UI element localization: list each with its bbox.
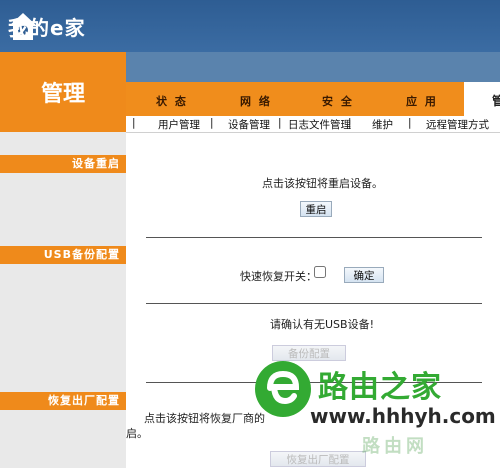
watermark-sub: 路由网: [362, 436, 428, 457]
sidebar-item-factory-reset: 恢复出厂配置: [0, 392, 126, 410]
quick-restore-label: 快速恢复开关：: [240, 270, 317, 283]
tab-management[interactable]: 管: [464, 82, 500, 116]
subtab-user-management[interactable]: 用户管理: [158, 117, 200, 132]
sub-nav: | 用户管理 | 设备管理 | 日志文件管理 | 维护 | 远程管理方式: [126, 116, 500, 133]
confirm-button[interactable]: 确定: [344, 267, 384, 283]
factory-reset-hint-end: 启。: [126, 427, 148, 440]
watermark-brand: 路由之家: [318, 370, 442, 405]
usb-notice: 请确认有无USB设备!: [270, 318, 374, 331]
subtab-device-management[interactable]: 设备管理: [228, 117, 270, 132]
tab-network[interactable]: 网 络: [240, 93, 272, 109]
section-header: 管理: [0, 52, 126, 132]
logo: 我的e家: [6, 8, 85, 44]
header-band: [126, 52, 500, 82]
tab-status[interactable]: 状 态: [156, 93, 188, 109]
watermark-url: www.hhhyh.com: [310, 404, 496, 428]
subtab-remote-management[interactable]: 远程管理方式: [426, 117, 489, 132]
subtab-maintenance[interactable]: 维护: [372, 117, 393, 132]
sidebar: 设备重启 USB备份配置 恢复出厂配置: [0, 132, 126, 468]
sidebar-item-device-reboot: 设备重启: [0, 155, 126, 173]
main-nav: 状 态 网 络 安 全 应 用: [126, 82, 500, 116]
section-title: 管理: [40, 81, 85, 107]
reboot-hint: 点击该按钮将重启设备。: [262, 177, 383, 190]
tab-security[interactable]: 安 全: [322, 93, 354, 109]
tab-management-label: 管: [492, 94, 500, 108]
subtab-log-management[interactable]: 日志文件管理: [288, 117, 351, 132]
logo-text: 我的e家: [8, 15, 86, 40]
divider: [146, 303, 482, 304]
quick-restore-checkbox[interactable]: [314, 266, 326, 278]
sidebar-item-usb-backup: USB备份配置: [0, 246, 126, 264]
tab-application[interactable]: 应 用: [406, 93, 438, 109]
reboot-button[interactable]: 重启: [300, 201, 332, 217]
watermark: 路由之家 www.hhhyh.com 路由网: [252, 356, 500, 468]
watermark-logo-icon: [255, 361, 311, 417]
factory-reset-hint: 点击该按钮将恢复厂商的: [144, 412, 265, 425]
divider: [146, 237, 482, 238]
top-banner: 我的e家: [0, 0, 500, 52]
